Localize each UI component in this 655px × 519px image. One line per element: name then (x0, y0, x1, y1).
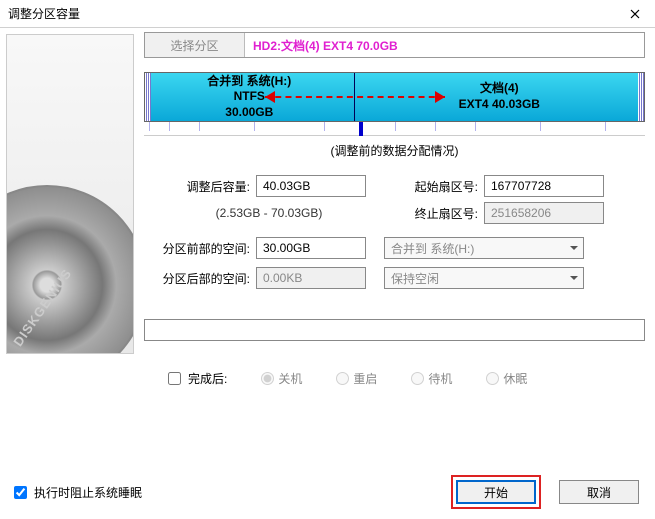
start-sector-label: 起始扇区号: (394, 178, 484, 195)
radio-reboot[interactable]: 重启 (336, 370, 377, 387)
window-title: 调整分区容量 (8, 5, 80, 22)
disk-image: DISKGENIUS (6, 34, 134, 354)
after-complete-label: 完成后: (188, 370, 227, 387)
back-space-select[interactable]: 保持空闲 (384, 267, 584, 289)
prevent-sleep-label: 执行时阻止系统睡眠 (34, 484, 142, 501)
resize-handle-left[interactable] (145, 73, 151, 121)
partition-left-name: 合并到 系统(H:) (207, 74, 291, 90)
start-button[interactable]: 开始 (456, 480, 536, 504)
back-space-label: 分区后部的空间: (144, 270, 256, 287)
front-space-select[interactable]: 合并到 系统(H:) (384, 237, 584, 259)
tab-bar: 选择分区 HD2:文档(4) EXT4 70.0GB (144, 32, 645, 58)
start-sector-input[interactable] (484, 175, 604, 197)
close-button[interactable] (615, 0, 655, 28)
partition-merge-target[interactable]: 合并到 系统(H:) NTFS 30.00GB (145, 73, 355, 121)
partition-left-size: 30.00GB (225, 105, 273, 121)
sidebar: DISKGENIUS (0, 28, 140, 519)
close-icon (630, 9, 640, 19)
front-space-label: 分区前部的空间: (144, 240, 256, 257)
tab-select-partition[interactable]: 选择分区 (145, 33, 245, 57)
resize-handle-right[interactable] (638, 73, 644, 121)
start-button-highlight: 开始 (451, 475, 541, 509)
tab-active-partition[interactable]: HD2:文档(4) EXT4 70.0GB (245, 33, 644, 57)
titlebar: 调整分区容量 (0, 0, 655, 28)
partition-current[interactable]: 文档(4) EXT4 40.03GB (355, 73, 644, 121)
after-complete-row: 完成后: 关机 重启 待机 休眠 (144, 369, 645, 388)
radio-hibernate[interactable]: 休眠 (486, 370, 527, 387)
after-size-label: 调整后容量: (144, 178, 256, 195)
pre-adjust-caption: (调整前的数据分配情况) (144, 142, 645, 159)
main-panel: 选择分区 HD2:文档(4) EXT4 70.0GB 合并到 系统(H:) NT… (140, 28, 655, 519)
after-complete-checkbox[interactable]: 完成后: (164, 369, 227, 388)
prevent-sleep-checkbox[interactable]: 执行时阻止系统睡眠 (10, 483, 142, 502)
after-size-input[interactable] (256, 175, 366, 197)
end-sector-input (484, 202, 604, 224)
after-complete-check-input[interactable] (168, 372, 181, 385)
data-distribution-ruler (144, 122, 645, 136)
end-sector-label: 终止扇区号: (394, 205, 484, 222)
prevent-sleep-check-input[interactable] (14, 486, 27, 499)
partition-right-info: EXT4 40.03GB (459, 97, 540, 113)
partition-left-fs: NTFS (234, 89, 265, 105)
progress-bar (144, 319, 645, 341)
radio-standby[interactable]: 待机 (411, 370, 452, 387)
back-space-input (256, 267, 366, 289)
size-range-hint: (2.53GB - 70.03GB) (144, 206, 394, 220)
partition-right-name: 文档(4) (480, 81, 519, 97)
radio-shutdown[interactable]: 关机 (261, 370, 302, 387)
cancel-button[interactable]: 取消 (559, 480, 639, 504)
front-space-input[interactable] (256, 237, 366, 259)
partition-slider[interactable]: 合并到 系统(H:) NTFS 30.00GB 文档(4) EXT4 40.03… (144, 72, 645, 122)
